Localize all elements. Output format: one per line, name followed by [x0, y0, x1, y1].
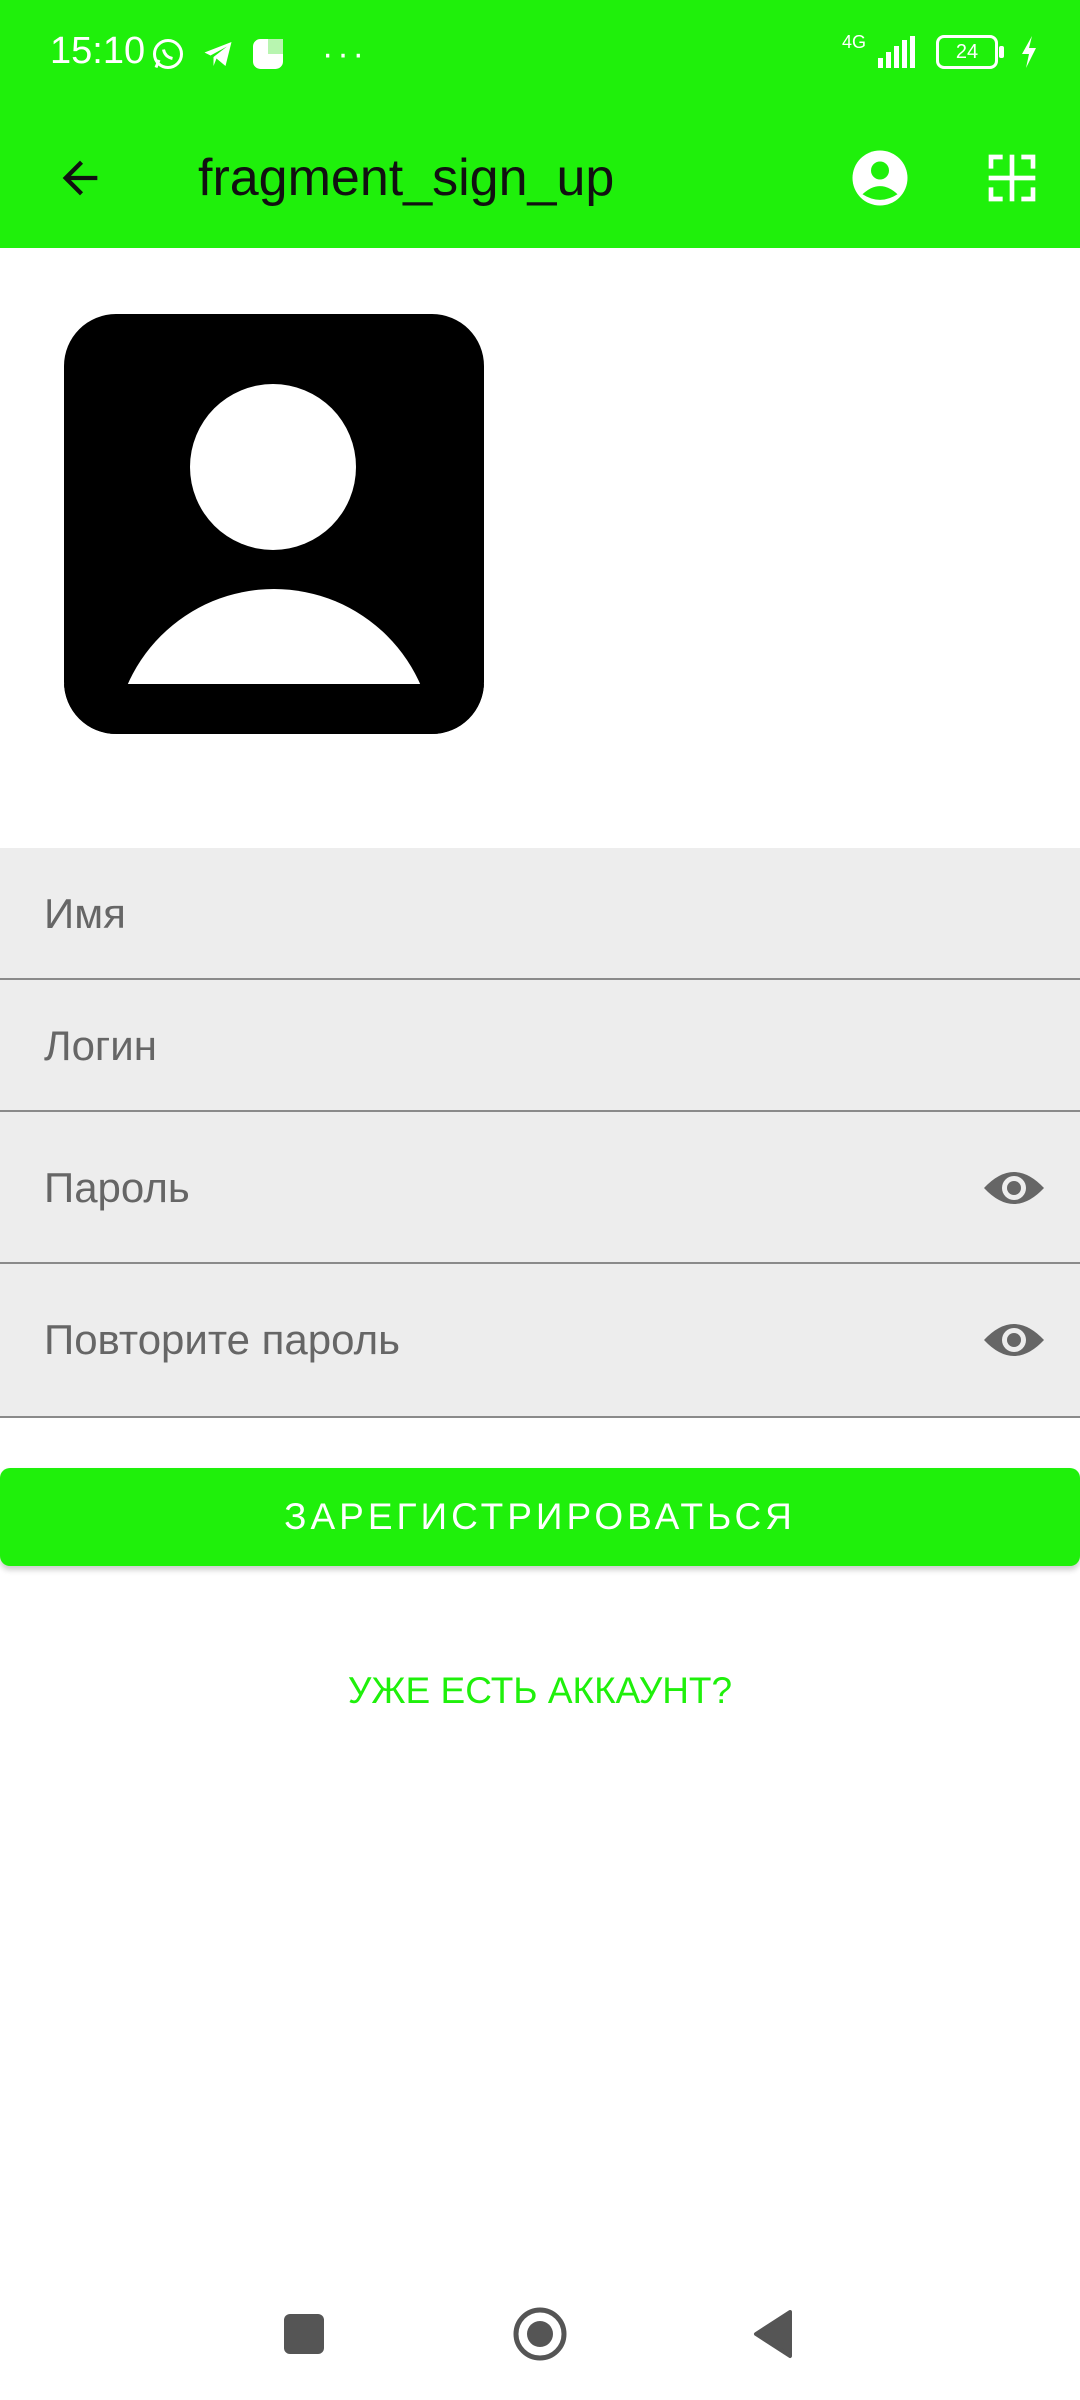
square-recents-icon[interactable] — [284, 2314, 324, 2354]
person-placeholder-icon[interactable] — [64, 314, 484, 734]
account-button[interactable] — [840, 138, 920, 218]
password-field[interactable]: Пароль — [0, 1112, 1080, 1264]
triangle-back-icon[interactable] — [750, 2308, 794, 2360]
eye-icon[interactable] — [982, 1168, 1046, 1208]
have-account-link[interactable]: УЖЕ ЕСТЬ АККАУНТ? — [0, 1670, 1080, 1712]
repeat-password-placeholder: Повторите пароль — [44, 1316, 400, 1363]
battery-level: 24 — [955, 41, 979, 63]
back-button[interactable] — [40, 138, 120, 218]
home-circle-icon[interactable] — [512, 2306, 568, 2362]
avatar-head — [190, 384, 356, 550]
name-field[interactable]: Имя — [0, 848, 1080, 980]
more-dots-icon: ··· — [322, 35, 368, 73]
register-button[interactable]: ЗАРЕГИСТРИРОВАТЬСЯ — [0, 1468, 1080, 1566]
password-placeholder: Пароль — [44, 1164, 190, 1211]
app-icon — [253, 39, 283, 69]
login-field[interactable]: Логин — [0, 980, 1080, 1112]
qr-scan-button[interactable] — [972, 138, 1052, 218]
telegram-icon — [204, 42, 232, 66]
arrow-back-icon — [62, 160, 98, 196]
charging-icon — [1022, 36, 1036, 68]
page-title: fragment_sign_up — [198, 149, 615, 207]
signal-icon — [878, 36, 915, 68]
repeat-password-field[interactable]: Повторите пароль — [0, 1264, 1080, 1418]
account-circle-icon — [852, 150, 908, 206]
system-nav-bar — [0, 2280, 1080, 2390]
login-placeholder: Логин — [44, 1022, 157, 1069]
name-placeholder: Имя — [44, 890, 126, 937]
whatsapp-icon — [153, 39, 183, 69]
status-icons-left: ··· — [150, 32, 368, 76]
status-time: 15:10 — [50, 30, 146, 72]
app-bar: fragment_sign_up — [0, 108, 1080, 248]
eye-icon[interactable] — [982, 1320, 1046, 1360]
avatar-body-cut — [64, 684, 484, 734]
status-bar: 15:10 ··· 4G 24 — [0, 0, 1080, 108]
network-type: 4G — [841, 31, 866, 52]
battery-icon: 24 — [936, 35, 1004, 69]
status-icons-right: 4G 24 — [842, 30, 1040, 74]
qr-scan-icon — [988, 154, 1036, 202]
